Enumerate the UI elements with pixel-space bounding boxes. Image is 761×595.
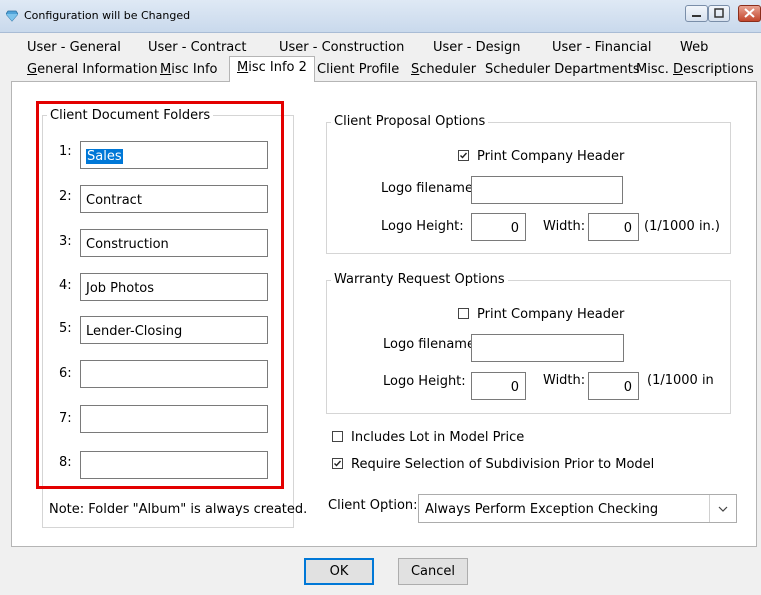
tab-user-general[interactable]: User - General: [27, 40, 121, 55]
warranty-width-label: Width:: [543, 373, 586, 388]
close-button[interactable]: [738, 5, 761, 22]
app-gem-icon: [6, 10, 18, 22]
tab-scheduler-mnemonic: S: [411, 62, 420, 77]
folder-2-input[interactable]: Contract: [80, 185, 268, 213]
maximize-button[interactable]: [708, 5, 730, 22]
chevron-down-icon: [718, 506, 728, 512]
tab-scheduler[interactable]: Scheduler: [411, 62, 476, 77]
folder-8-input[interactable]: [80, 451, 268, 479]
folder-4-label: 4:: [59, 278, 72, 293]
tab-web[interactable]: Web: [680, 40, 708, 55]
tab-client-profile[interactable]: Client Profile: [317, 62, 399, 77]
title-bar: Configuration will be Changed: [0, 0, 761, 33]
proposal-print-header-label: Print Company Header: [477, 149, 625, 164]
window-title: Configuration will be Changed: [24, 9, 191, 22]
tab-misc-info-mnemonic: M: [160, 62, 172, 77]
checkmark-icon: [460, 152, 468, 159]
warranty-print-header-check-icon: [458, 308, 469, 319]
require-subdivision-checkbox[interactable]: Require Selection of Subdivision Prior t…: [332, 457, 654, 472]
warranty-logo-filename-input[interactable]: [471, 334, 624, 362]
client-option-select[interactable]: Always Perform Exception Checking: [418, 494, 737, 523]
proposal-logo-height-label: Logo Height:: [381, 219, 464, 234]
folder-3-input[interactable]: Construction: [80, 229, 268, 257]
proposal-logo-height-input[interactable]: 0: [471, 213, 526, 241]
client-option-label: Client Option:: [328, 498, 418, 513]
tab-general-information[interactable]: General Information: [27, 62, 158, 77]
folder-1-input[interactable]: Sales: [80, 141, 268, 169]
proposal-logo-filename-input[interactable]: [471, 176, 623, 204]
require-subdivision-check-icon: [332, 458, 343, 469]
proposal-width-label: Width:: [543, 219, 586, 234]
maximize-icon: [714, 8, 724, 18]
folder-8-label: 8:: [59, 455, 72, 470]
client-document-folders-title: Client Document Folders: [47, 108, 214, 123]
tab-misc-info-2[interactable]: Misc Info 2: [229, 56, 315, 82]
tab-user-contract[interactable]: User - Contract: [148, 40, 247, 55]
close-icon: [744, 8, 755, 18]
dropdown-arrow-button[interactable]: [709, 495, 736, 522]
warranty-logo-height-input[interactable]: 0: [471, 372, 526, 400]
client-option-value: Always Perform Exception Checking: [425, 502, 659, 517]
folder-note: Note: Folder "Album" is always created.: [49, 502, 308, 517]
tab-misc-info-2-mnemonic: M: [237, 60, 249, 75]
warranty-logo-height-label: Logo Height:: [383, 374, 466, 389]
proposal-logo-filename-label: Logo filename:: [381, 181, 478, 196]
tab-user-financial[interactable]: User - Financial: [552, 40, 652, 55]
cancel-button[interactable]: Cancel: [398, 558, 468, 585]
tab-general-information-mnemonic: G: [27, 62, 38, 77]
tab-misc-info[interactable]: Misc Info: [160, 62, 218, 77]
folder-6-input[interactable]: [80, 360, 268, 388]
checkmark-icon: [334, 460, 342, 467]
tab-user-design[interactable]: User - Design: [433, 40, 520, 55]
folder-5-label: 5:: [59, 321, 72, 336]
folder-2-label: 2:: [59, 189, 72, 204]
client-proposal-options-title: Client Proposal Options: [331, 114, 489, 129]
tab-misc-descriptions-mnemonic: D: [673, 62, 684, 77]
includes-lot-label: Includes Lot in Model Price: [351, 430, 525, 445]
ok-button[interactable]: OK: [304, 558, 374, 585]
folder-7-input[interactable]: [80, 405, 268, 433]
tab-scheduler-departments[interactable]: Scheduler Departments: [485, 62, 640, 77]
require-subdivision-label: Require Selection of Subdivision Prior t…: [351, 457, 655, 472]
tab-user-construction[interactable]: User - Construction: [279, 40, 404, 55]
folder-5-input[interactable]: Lender-Closing: [80, 316, 268, 344]
folder-7-label: 7:: [59, 411, 72, 426]
warranty-logo-filename-label: Logo filename:: [383, 337, 480, 352]
proposal-unit-label: (1/1000 in.): [644, 219, 720, 234]
proposal-width-input[interactable]: 0: [588, 213, 639, 241]
proposal-print-header-check-icon: [458, 150, 469, 161]
includes-lot-check-icon: [332, 431, 343, 442]
includes-lot-checkbox[interactable]: Includes Lot in Model Price: [332, 430, 524, 445]
warranty-print-header-label: Print Company Header: [477, 307, 625, 322]
folder-1-value: Sales: [86, 149, 123, 164]
folder-4-input[interactable]: Job Photos: [80, 273, 268, 301]
warranty-unit-label: (1/1000 in: [647, 373, 714, 388]
tab-misc-descriptions[interactable]: Misc. Descriptions: [636, 62, 754, 77]
warranty-width-input[interactable]: 0: [588, 372, 639, 400]
folder-6-label: 6:: [59, 366, 72, 381]
minimize-icon: [692, 15, 701, 17]
warranty-print-header-checkbox[interactable]: Print Company Header: [458, 307, 624, 322]
folder-3-label: 3:: [59, 234, 72, 249]
minimize-button[interactable]: [685, 5, 708, 22]
folder-1-label: 1:: [59, 144, 72, 159]
warranty-request-options-title: Warranty Request Options: [331, 272, 508, 287]
proposal-print-header-checkbox[interactable]: Print Company Header: [458, 149, 624, 164]
